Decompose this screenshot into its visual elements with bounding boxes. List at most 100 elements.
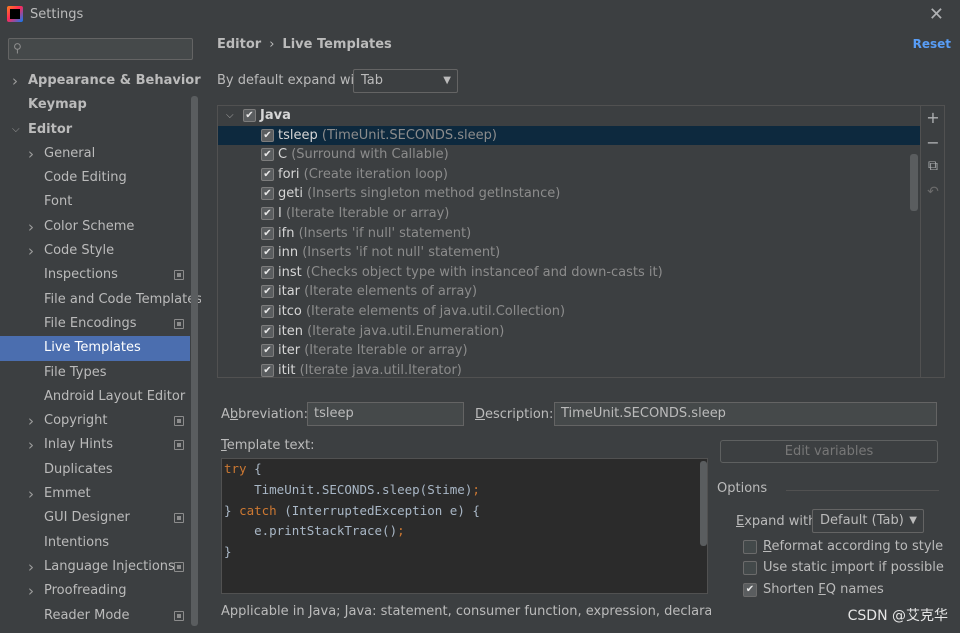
sidebar-item[interactable]: › Color Scheme	[0, 215, 190, 239]
template-row[interactable]: ✔ ifn (Inserts 'if null' statement)	[218, 224, 920, 244]
sidebar-item[interactable]: › Code Style	[0, 239, 190, 263]
sidebar-item[interactable]: › Inlay Hints	[0, 433, 190, 457]
search-icon: ⚲	[13, 41, 22, 55]
chevron-down-icon[interactable]: ⌵	[226, 106, 234, 126]
template-row[interactable]: ✔ inn (Inserts 'if not null' statement)	[218, 243, 920, 263]
template-row[interactable]: ✔ tsleep (TimeUnit.SECONDS.sleep)	[218, 125, 920, 146]
sidebar-item[interactable]: › General	[0, 142, 190, 166]
template-abbr: I	[278, 205, 282, 221]
chevron-right-icon[interactable]: ›	[28, 215, 34, 239]
applicable-contexts[interactable]: Applicable in Java; Java: statement, con…	[221, 604, 711, 619]
template-text-editor[interactable]: try { TimeUnit.SECONDS.sleep(Stime); } c…	[221, 458, 708, 594]
checkbox-box[interactable]	[743, 561, 757, 575]
template-abbr: itit	[278, 362, 296, 377]
template-checkbox[interactable]: ✔	[261, 285, 274, 299]
sidebar-item[interactable]: Font	[0, 190, 190, 214]
template-checkbox[interactable]: ✔	[261, 187, 274, 201]
checkbox-box[interactable]	[743, 540, 757, 554]
template-row[interactable]: ✔ I (Iterate Iterable or array)	[218, 204, 920, 224]
description-label: Description:	[475, 407, 554, 422]
template-group-java[interactable]: ⌵ ✔ Java	[218, 106, 920, 126]
expand-with-dropdown[interactable]: Tab ▼	[353, 69, 458, 93]
template-checkbox[interactable]: ✔	[261, 206, 274, 220]
template-desc: (Surround with Callable)	[291, 147, 449, 163]
chevron-right-icon[interactable]: ›	[28, 555, 34, 579]
template-row[interactable]: ✔ itit (Iterate java.util.Iterator)	[218, 361, 920, 377]
sidebar-item[interactable]: Code Editing	[0, 166, 190, 190]
description-field[interactable]: TimeUnit.SECONDS.sleep	[554, 402, 937, 426]
template-checkbox[interactable]: ✔	[261, 304, 274, 318]
sidebar-item[interactable]: › Emmet	[0, 482, 190, 506]
sidebar-item-label: Emmet	[44, 486, 91, 502]
list-toolbar: + − ⧉ ↶	[920, 106, 944, 377]
chevron-right-icon[interactable]: ›	[28, 239, 34, 263]
sidebar-item[interactable]: › Copyright	[0, 409, 190, 433]
chevron-right-icon[interactable]: ›	[28, 482, 34, 506]
sidebar-item[interactable]: › Language Injections	[0, 555, 190, 579]
breadcrumb-editor[interactable]: Editor	[217, 37, 261, 52]
template-row[interactable]: ✔ itco (Iterate elements of java.util.Col…	[218, 302, 920, 322]
template-checkbox[interactable]: ✔	[261, 226, 274, 240]
sidebar-item[interactable]: Android Layout Editor	[0, 385, 190, 409]
sidebar-item[interactable]: GUI Designer	[0, 506, 190, 530]
chevron-right-icon[interactable]: ›	[12, 69, 18, 93]
sidebar-item[interactable]: › Appearance & Behavior	[0, 69, 201, 93]
template-abbr: iten	[278, 323, 303, 339]
chevron-right-icon[interactable]: ›	[28, 409, 34, 433]
revert-icon[interactable]: ↶	[921, 184, 945, 200]
template-checkbox[interactable]: ✔	[261, 167, 274, 181]
template-checkbox[interactable]: ✔	[261, 128, 274, 142]
template-item: iten (Iterate java.util.Enumeration)	[278, 322, 504, 342]
template-checkbox[interactable]: ✔	[261, 265, 274, 279]
template-row[interactable]: ✔ inst (Checks object type with instanceo…	[218, 263, 920, 283]
template-row[interactable]: ✔ fori (Create iteration loop)	[218, 165, 920, 185]
sidebar-scrollbar[interactable]	[191, 96, 198, 626]
template-row[interactable]: ✔ iter (Iterate Iterable or array)	[218, 341, 920, 361]
sidebar-item-label: Inlay Hints	[44, 437, 113, 453]
live-templates-panel: Editor › Live Templates Reset By default e…	[201, 30, 960, 633]
sidebar-item[interactable]: File and Code Templates	[0, 288, 202, 312]
options-expand-dropdown[interactable]: Default (Tab) ▼	[812, 509, 924, 533]
template-checkbox[interactable]: ✔	[261, 148, 274, 162]
editor-scrollbar[interactable]	[700, 461, 707, 546]
close-icon[interactable]: ✕	[929, 4, 944, 25]
template-checkbox[interactable]: ✔	[261, 344, 274, 358]
shorten-fq-label: Shorten FQ names	[763, 582, 884, 597]
sidebar-item[interactable]: Reader Mode	[0, 604, 190, 628]
remove-icon[interactable]: −	[921, 133, 945, 152]
chevron-right-icon[interactable]: ›	[28, 579, 34, 603]
template-checkbox[interactable]: ✔	[261, 246, 274, 260]
abbreviation-field[interactable]: tsleep	[307, 402, 464, 426]
chevron-right-icon[interactable]: ›	[28, 433, 34, 457]
search-input[interactable]	[31, 41, 186, 57]
checkbox-box[interactable]: ✔	[743, 583, 757, 597]
sidebar-item[interactable]: Live Templates	[0, 336, 190, 361]
settings-search[interactable]: ⚲	[8, 38, 193, 60]
copy-icon[interactable]: ⧉	[921, 158, 945, 174]
group-checkbox[interactable]: ✔	[243, 109, 256, 122]
template-item: geti (Inserts singleton method getInstan…	[278, 184, 560, 204]
template-row[interactable]: ✔ C (Surround with Callable)	[218, 145, 920, 165]
sidebar-item[interactable]: › Proofreading	[0, 579, 190, 603]
template-row[interactable]: ✔ geti (Inserts singleton method getInsta…	[218, 184, 920, 204]
chevron-down-icon[interactable]: ⌵	[12, 118, 20, 142]
template-checkbox[interactable]: ✔	[261, 324, 274, 338]
chevron-right-icon[interactable]: ›	[28, 142, 34, 166]
sidebar-item[interactable]: Inspections	[0, 263, 190, 287]
template-row[interactable]: ✔ itar (Iterate elements of array)	[218, 282, 920, 302]
templates-scrollbar[interactable]	[910, 154, 918, 211]
reset-link[interactable]: Reset	[913, 37, 951, 51]
sidebar-item[interactable]: ⌵ Editor	[0, 118, 190, 142]
edit-variables-button[interactable]: Edit variables	[720, 440, 938, 463]
code-line: } catch (InterruptedException e) {	[224, 502, 480, 518]
sidebar-item-label: Reader Mode	[44, 607, 130, 623]
sidebar-item[interactable]: Intentions	[0, 531, 190, 555]
template-checkbox[interactable]: ✔	[261, 363, 274, 377]
template-row[interactable]: ✔ iten (Iterate java.util.Enumeration)	[218, 322, 920, 342]
code-line: TimeUnit.SECONDS.sleep(Stime);	[224, 481, 480, 497]
sidebar-item[interactable]: Keymap	[0, 93, 190, 117]
sidebar-item[interactable]: File Encodings	[0, 312, 190, 336]
sidebar-item[interactable]: File Types	[0, 361, 190, 385]
sidebar-item[interactable]: Duplicates	[0, 458, 190, 482]
add-icon[interactable]: +	[921, 108, 945, 127]
